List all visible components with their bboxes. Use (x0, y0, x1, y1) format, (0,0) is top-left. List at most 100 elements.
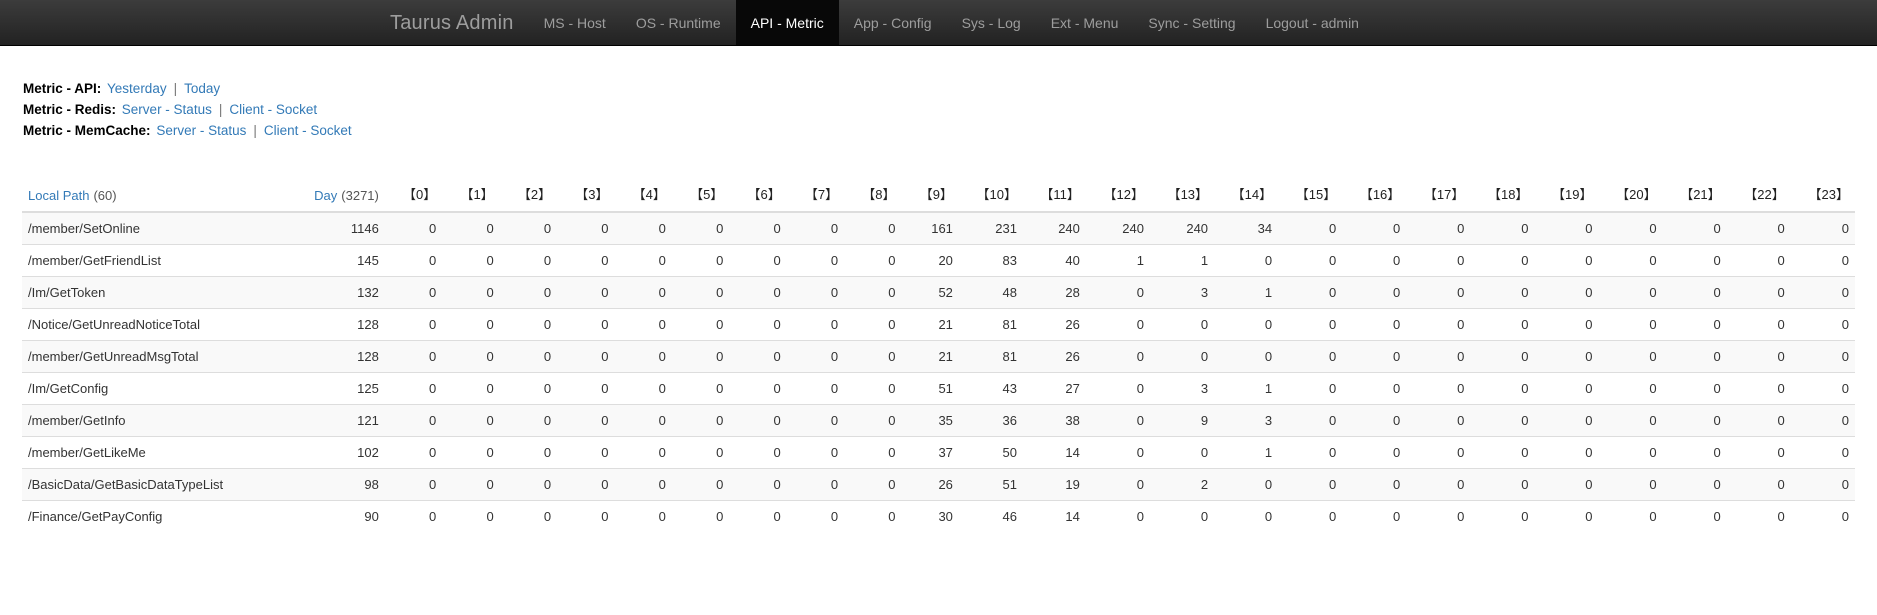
cell-hour-1: 0 (442, 468, 500, 501)
cell-hour-17: 0 (1406, 500, 1471, 532)
nav-item-api-metric[interactable]: API - Metric (735, 0, 839, 45)
cell-hour-12: 1 (1085, 244, 1150, 277)
day-sort-link[interactable]: Day (314, 188, 337, 203)
table-body: /member/SetOnline 1146 0 0 0 0 0 0 0 0 0 161 231 240 2… (22, 211, 1855, 532)
cell-hour-17: 0 (1406, 276, 1471, 309)
metric-link[interactable]: Client - Socket (262, 123, 354, 138)
cell-hour-5: 0 (671, 500, 730, 532)
cell-hour-8: 0 (844, 468, 902, 501)
cell-hour-14: 34 (1214, 211, 1279, 245)
cell-hour-0: 0 (384, 244, 443, 277)
cell-hour-11: 14 (1023, 436, 1086, 469)
cell-hour-10: 43 (958, 372, 1023, 405)
cell-local-path: /Im/GetToken (22, 276, 275, 309)
nav-item-logout-admin[interactable]: Logout - admin (1251, 0, 1374, 45)
cell-hour-22: 0 (1726, 436, 1791, 469)
cell-hour-1: 0 (442, 404, 500, 437)
table-head: Local Path (60) Day (3271) 【0】 【1】 【2】 【3】 【4】… (22, 176, 1855, 213)
cell-hour-18: 0 (1470, 211, 1535, 245)
brand-link[interactable]: Taurus Admin (375, 0, 529, 45)
cell-hour-15: 0 (1278, 340, 1343, 373)
nav-item-ms-host[interactable]: MS - Host (529, 0, 621, 45)
cell-hour-16: 0 (1342, 372, 1407, 405)
cell-hour-22: 0 (1726, 404, 1791, 437)
header-local-path: Local Path (60) (22, 176, 275, 213)
cell-hour-8: 0 (844, 276, 902, 309)
metric-link[interactable]: Yesterday (105, 81, 169, 96)
cell-hour-13: 0 (1149, 500, 1215, 532)
cell-hour-19: 0 (1534, 436, 1599, 469)
cell-day-total: 128 (274, 308, 385, 341)
cell-hour-3: 0 (557, 340, 615, 373)
cell-hour-9: 37 (901, 436, 959, 469)
cell-hour-14: 0 (1214, 500, 1279, 532)
cell-hour-5: 0 (671, 372, 730, 405)
table-row: /member/GetLikeMe 102 0 0 0 0 0 0 0 0 0 37 50 14 0 0 1 0 0… (22, 436, 1855, 469)
local-path-sort-link[interactable]: Local Path (28, 188, 89, 203)
metric-link[interactable]: Server - Status (120, 102, 214, 117)
cell-hour-12: 0 (1085, 404, 1150, 437)
metric-row: Metric - API: Yesterday | Today (22, 78, 1855, 99)
cell-hour-13: 0 (1149, 308, 1215, 341)
cell-hour-18: 0 (1470, 308, 1535, 341)
cell-hour-20: 0 (1598, 211, 1663, 245)
nav-item-ext-menu[interactable]: Ext - Menu (1036, 0, 1134, 45)
cell-hour-0: 0 (384, 500, 443, 532)
header-hour-10: 【10】 (958, 176, 1023, 213)
cell-hour-4: 0 (614, 211, 672, 245)
cell-hour-6: 0 (729, 468, 787, 501)
cell-hour-3: 0 (557, 436, 615, 469)
cell-hour-12: 0 (1085, 436, 1150, 469)
metric-link[interactable]: Client - Socket (227, 102, 319, 117)
metric-link-separator: | (173, 81, 178, 96)
metric-link-separator: | (253, 123, 257, 138)
nav-item-os-runtime[interactable]: OS - Runtime (621, 0, 736, 45)
cell-hour-7: 0 (786, 340, 845, 373)
cell-hour-7: 0 (786, 244, 845, 277)
metric-link[interactable]: Today (182, 81, 222, 96)
table-row: /member/GetInfo 121 0 0 0 0 0 0 0 0 0 35 36 38 0 9 3 0 0 0 0… (22, 404, 1855, 437)
cell-hour-23: 0 (1790, 500, 1855, 532)
cell-hour-4: 0 (614, 372, 672, 405)
cell-hour-4: 0 (614, 340, 672, 373)
cell-hour-14: 1 (1214, 372, 1279, 405)
metric-link[interactable]: Server - Status (154, 123, 248, 138)
cell-hour-9: 21 (901, 308, 959, 341)
cell-hour-20: 0 (1598, 244, 1663, 277)
cell-hour-10: 81 (958, 308, 1023, 341)
cell-hour-14: 3 (1214, 404, 1279, 437)
cell-hour-17: 0 (1406, 372, 1471, 405)
cell-hour-20: 0 (1598, 372, 1663, 405)
cell-hour-9: 20 (901, 244, 959, 277)
nav-item-sync-setting[interactable]: Sync - Setting (1133, 0, 1250, 45)
cell-hour-10: 48 (958, 276, 1023, 309)
cell-hour-7: 0 (786, 436, 845, 469)
cell-hour-16: 0 (1342, 500, 1407, 532)
cell-hour-11: 26 (1023, 308, 1086, 341)
table-row: /member/GetUnreadMsgTotal 128 0 0 0 0 0 0 0 0 0 21 8… (22, 340, 1855, 373)
cell-hour-11: 14 (1023, 500, 1086, 532)
cell-hour-14: 0 (1214, 340, 1279, 373)
cell-hour-23: 0 (1790, 468, 1855, 501)
cell-local-path: /Im/GetConfig (22, 372, 275, 405)
header-hour-15: 【15】 (1278, 176, 1343, 213)
cell-hour-0: 0 (384, 404, 443, 437)
cell-day-total: 125 (274, 372, 385, 405)
nav-item-sys-log[interactable]: Sys - Log (947, 0, 1036, 45)
cell-hour-17: 0 (1406, 468, 1471, 501)
cell-hour-7: 0 (786, 468, 845, 501)
cell-hour-12: 240 (1085, 211, 1150, 245)
cell-hour-19: 0 (1534, 372, 1599, 405)
cell-hour-8: 0 (844, 404, 902, 437)
nav-item-app-config[interactable]: App - Config (839, 0, 947, 45)
cell-hour-8: 0 (844, 308, 902, 341)
cell-hour-14: 1 (1214, 276, 1279, 309)
cell-hour-21: 0 (1662, 372, 1727, 405)
cell-hour-1: 0 (442, 308, 500, 341)
cell-hour-0: 0 (384, 468, 443, 501)
cell-hour-5: 0 (671, 340, 730, 373)
cell-hour-20: 0 (1598, 340, 1663, 373)
cell-hour-21: 0 (1662, 276, 1727, 309)
cell-hour-9: 26 (901, 468, 959, 501)
cell-hour-6: 0 (729, 500, 787, 532)
